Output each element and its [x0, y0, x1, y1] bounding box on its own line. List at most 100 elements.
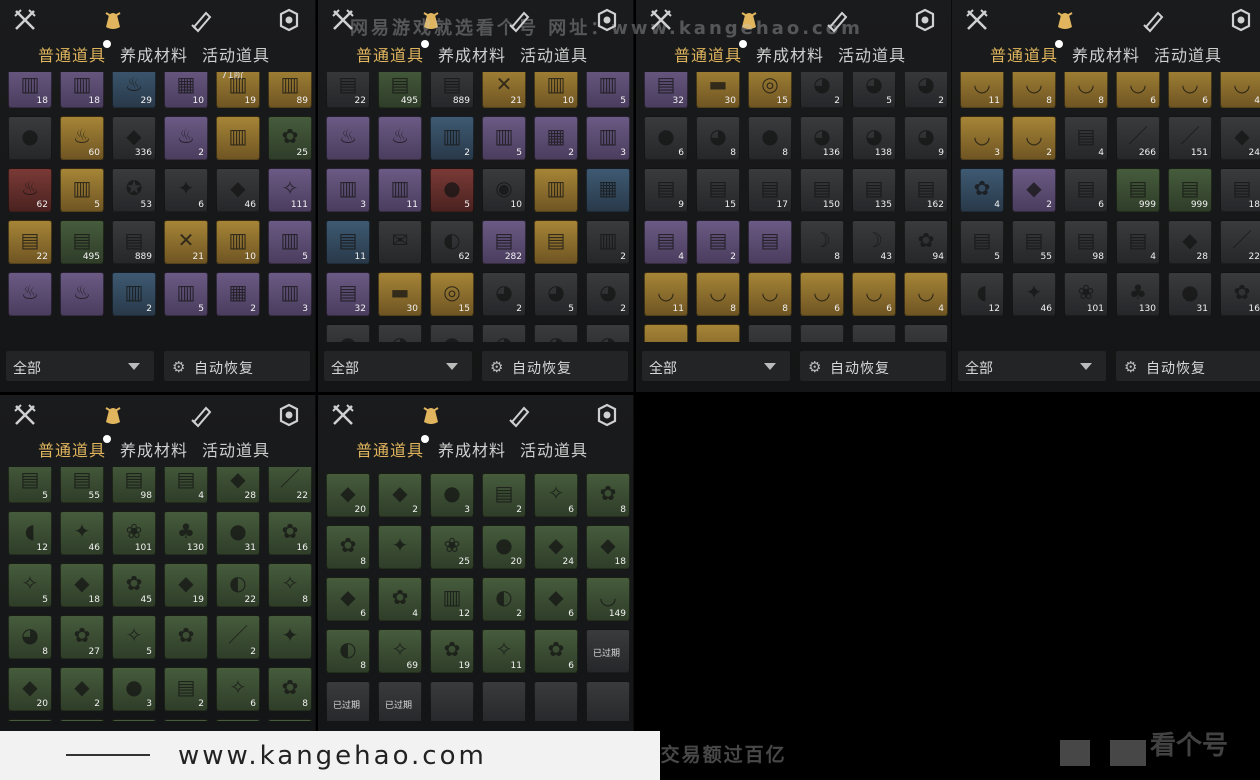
item-slot[interactable]: ◐ 62 [430, 220, 474, 264]
tab-1[interactable]: 养成材料 [438, 42, 506, 66]
item-slot[interactable]: ✿ 6 [534, 629, 578, 673]
tab-0[interactable]: 普通道具 [990, 42, 1058, 66]
item-slot[interactable]: ◕ 2 [800, 72, 844, 108]
auto-restore-button[interactable]: ⚙ 自动恢复 [1116, 351, 1260, 381]
item-slot[interactable]: ▤ 889 [430, 72, 474, 108]
item-slot[interactable]: ✿ 8 [586, 473, 630, 517]
item-slot[interactable]: ✦ 46 [1012, 272, 1056, 316]
item-slot[interactable]: ◕ 9 [904, 116, 948, 160]
item-slot[interactable]: ● 3 [112, 667, 156, 711]
item-slot[interactable]: ◖ 12 [960, 272, 1004, 316]
item-slot[interactable]: ▤ 22 [8, 220, 52, 264]
item-slot[interactable]: ▥ 2 [112, 272, 156, 316]
item-slot[interactable] [534, 681, 578, 721]
item-slot[interactable]: ▥ 2 [430, 116, 474, 160]
auto-restore-button[interactable]: ⚙ 自动恢复 [800, 351, 946, 381]
item-slot[interactable]: ● 5 [430, 168, 474, 212]
item-slot[interactable]: ／ 22 [1220, 220, 1260, 264]
item-slot[interactable]: ▥ 5 [268, 220, 312, 264]
item-slot[interactable]: ◕ [534, 324, 578, 342]
item-slot[interactable]: ✉ [378, 220, 422, 264]
item-slot[interactable]: ◆ 28 [1168, 220, 1212, 264]
item-slot[interactable]: ♨ 60 [60, 116, 104, 160]
item-slot[interactable]: ▤ 2 [164, 667, 208, 711]
item-slot[interactable]: ▤ 6 [1064, 168, 1108, 212]
item-slot[interactable]: ／ 151 [1168, 116, 1212, 160]
item-slot[interactable]: ❀ [112, 719, 156, 721]
item-slot[interactable]: ▥ 3 [586, 116, 630, 160]
item-slot[interactable]: ♨ 29 [112, 72, 156, 108]
item-slot[interactable]: ▤ 495 [60, 220, 104, 264]
item-slot[interactable]: ✧ 5 [112, 615, 156, 659]
crossed-swords-icon[interactable] [964, 7, 990, 33]
item-slot[interactable]: ◡ 8 [1064, 72, 1108, 108]
item-slot[interactable]: ♨ [378, 116, 422, 160]
money-bag-icon[interactable] [100, 7, 126, 33]
item-slot[interactable]: ▤ 150 [800, 168, 844, 212]
item-slot[interactable]: ◆ 6 [534, 577, 578, 621]
item-slot[interactable]: ✿ 8 [326, 525, 370, 569]
scroll-icon[interactable] [506, 402, 532, 428]
tab-1[interactable]: 养成材料 [438, 437, 506, 461]
item-slot[interactable]: ◕ 2 [482, 272, 526, 316]
item-slot[interactable]: ✿ 16 [1220, 272, 1260, 316]
money-bag-icon[interactable] [1052, 7, 1078, 33]
item-slot[interactable]: ● 20 [482, 525, 526, 569]
item-slot[interactable]: ◡ 3 [960, 116, 1004, 160]
item-slot[interactable]: ▤ 98 [1064, 220, 1108, 264]
item-slot[interactable]: ▤ 282 [482, 220, 526, 264]
item-slot[interactable]: ▥ 5 [586, 72, 630, 108]
tab-2[interactable]: 活动道具 [520, 42, 588, 66]
tab-0[interactable]: 普通道具 [356, 437, 424, 461]
item-slot[interactable]: ◡ 2 [1012, 116, 1056, 160]
item-slot[interactable]: ✕ 21 [164, 220, 208, 264]
item-slot[interactable]: ♣ 130 [164, 511, 208, 555]
item-slot[interactable]: ▥ 89 [268, 72, 312, 108]
item-slot[interactable]: ◕ 2 [904, 72, 948, 108]
item-slot[interactable]: ▤ 9 [644, 168, 688, 212]
item-slot[interactable]: ▬ 30 [378, 272, 422, 316]
tab-1[interactable]: 养成材料 [120, 437, 188, 461]
item-slot[interactable]: ✿ 16 [268, 511, 312, 555]
item-slot[interactable]: ◡ 149 [586, 577, 630, 621]
tab-2[interactable]: 活动道具 [520, 437, 588, 461]
item-slot[interactable]: ◕ 136 [800, 116, 844, 160]
item-slot[interactable]: ▬ 30 [696, 72, 740, 108]
item-slot[interactable]: ▤ 4 [1064, 116, 1108, 160]
item-slot[interactable]: ▥ 3 [268, 272, 312, 316]
item-slot[interactable]: ▤ 32 [326, 272, 370, 316]
item-slot[interactable]: ● [430, 324, 474, 342]
item-slot[interactable]: ✦ [60, 719, 104, 721]
item-slot[interactable]: ▤ 55 [60, 467, 104, 503]
item-slot[interactable]: ◕ 138 [852, 116, 896, 160]
item-slot[interactable]: ▤ 999 [1116, 168, 1160, 212]
item-slot[interactable]: ✿ 94 [904, 220, 948, 264]
item-slot[interactable]: ◆ 2 [1012, 168, 1056, 212]
tab-0[interactable]: 普通道具 [38, 42, 106, 66]
item-slot[interactable]: ▤ 22 [326, 72, 370, 108]
item-slot[interactable]: ▤ 999 [1168, 168, 1212, 212]
item-slot[interactable]: ❀ 25 [430, 525, 474, 569]
item-slot[interactable]: ▤ 889 [112, 220, 156, 264]
token-icon[interactable] [594, 402, 620, 428]
filter-dropdown[interactable]: 全部 [324, 351, 472, 381]
item-slot[interactable]: ▥ [534, 168, 578, 212]
item-slot[interactable] [482, 681, 526, 721]
item-slot[interactable]: ▥ 3 [326, 168, 370, 212]
item-slot[interactable]: ✿ 27 [60, 615, 104, 659]
tab-2[interactable]: 活动道具 [1154, 42, 1222, 66]
money-bag-icon[interactable] [100, 402, 126, 428]
scroll-icon[interactable] [188, 7, 214, 33]
item-slot[interactable]: ▤ 2 [696, 220, 740, 264]
item-slot[interactable]: ◎ 15 [430, 272, 474, 316]
item-slot[interactable]: ✿ 8 [268, 667, 312, 711]
item-slot[interactable]: ▤ 4 [1116, 220, 1160, 264]
item-slot[interactable]: ◡ 6 [1168, 72, 1212, 108]
item-slot[interactable]: ✦ [378, 525, 422, 569]
item-slot[interactable]: ▤ 5 [960, 220, 1004, 264]
crossed-swords-icon[interactable] [330, 402, 356, 428]
item-slot[interactable]: ◡ 8 [748, 272, 792, 316]
item-slot[interactable]: ▤ 98 [112, 467, 156, 503]
item-slot[interactable]: ✿ [164, 615, 208, 659]
item-slot[interactable]: ▤ 4 [164, 467, 208, 503]
